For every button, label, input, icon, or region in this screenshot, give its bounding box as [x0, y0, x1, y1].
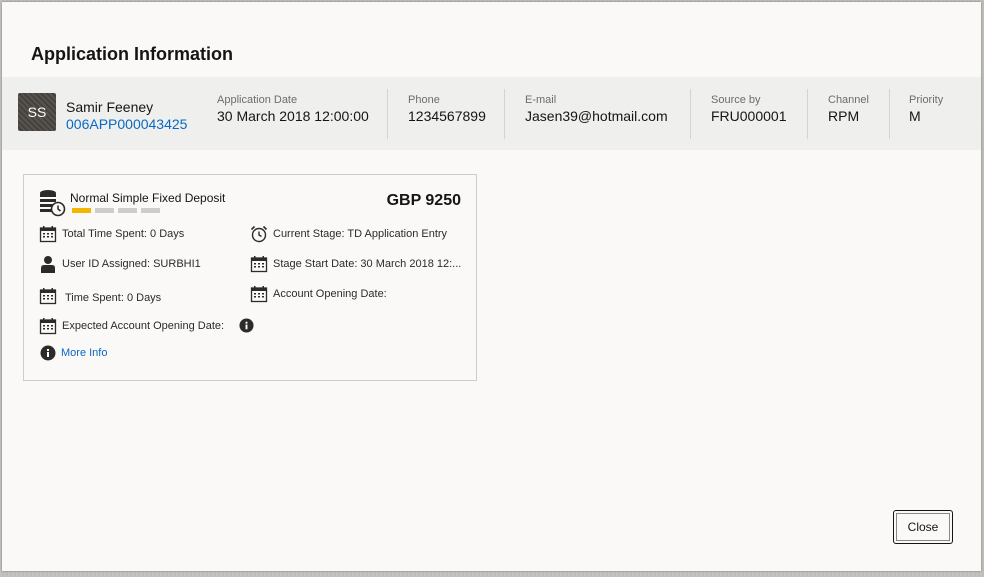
- calendar-icon: [250, 256, 268, 273]
- phone-value: 1234567899: [408, 108, 486, 124]
- calendar-icon: [39, 318, 57, 335]
- deposit-icon: [40, 190, 66, 217]
- divider: [889, 89, 890, 139]
- application-card: Normal Simple Fixed Deposit GBP 9250 Tot…: [23, 174, 477, 381]
- stage-start-date: Stage Start Date: 30 March 2018 12:...: [273, 258, 462, 270]
- product-name: Normal Simple Fixed Deposit: [70, 191, 226, 205]
- divider: [387, 89, 388, 139]
- email-value: Jasen39@hotmail.com: [525, 108, 668, 124]
- progress-step: [95, 208, 114, 213]
- applicant-name: Samir Feeney: [66, 99, 154, 115]
- application-date-field: Application Date 30 March 2018 12:00:00: [217, 94, 369, 124]
- progress-step: [141, 208, 160, 213]
- dialog-title: Application Information: [31, 44, 233, 64]
- close-button[interactable]: Close: [893, 510, 953, 544]
- calendar-icon: [250, 286, 268, 303]
- priority-field: Priority M: [909, 94, 943, 124]
- progress-step: [72, 208, 91, 213]
- phone-field: Phone 1234567899: [408, 94, 486, 124]
- channel-label: Channel: [828, 94, 869, 106]
- source-by-field: Source by FRU000001: [711, 94, 787, 124]
- more-info-row[interactable]: More Info: [40, 345, 107, 361]
- account-opening-date-row: Account Opening Date:: [250, 285, 387, 303]
- user-id-row: User ID Assigned: SURBHI1: [39, 255, 201, 273]
- total-time-spent-row: Total Time Spent: 0 Days: [39, 225, 184, 243]
- amount: GBP 9250: [386, 192, 461, 209]
- alarm-clock-icon: [250, 225, 268, 243]
- application-info-dialog: Application Information SS Samir Feeney …: [2, 2, 981, 571]
- email-field: E-mail Jasen39@hotmail.com: [525, 94, 668, 124]
- more-info-link[interactable]: More Info: [61, 347, 107, 359]
- source-by-label: Source by: [711, 94, 761, 106]
- application-date-value: 30 March 2018 12:00:00: [217, 108, 369, 124]
- user-icon: [41, 256, 55, 273]
- current-stage-row: Current Stage: TD Application Entry: [250, 225, 447, 243]
- phone-label: Phone: [408, 94, 440, 106]
- channel-field: Channel RPM: [828, 94, 869, 124]
- user-id-assigned: User ID Assigned: SURBHI1: [62, 258, 201, 270]
- calendar-icon: [39, 288, 57, 305]
- expected-opening-date-row: Expected Account Opening Date:: [39, 317, 224, 335]
- time-spent-row: Time Spent: 0 Days: [39, 287, 161, 305]
- application-id-link[interactable]: 006APP000043425: [66, 116, 187, 132]
- divider: [807, 89, 808, 139]
- info-icon[interactable]: [239, 318, 254, 333]
- expected-account-opening-date: Expected Account Opening Date:: [62, 320, 225, 332]
- account-opening-date: Account Opening Date:: [273, 288, 387, 300]
- source-by-value: FRU000001: [711, 108, 787, 124]
- email-label: E-mail: [525, 94, 557, 106]
- info-icon: [40, 345, 56, 361]
- divider: [504, 89, 505, 139]
- total-time-spent: Total Time Spent: 0 Days: [62, 228, 185, 240]
- calendar-icon: [39, 226, 57, 243]
- current-stage: Current Stage: TD Application Entry: [273, 228, 448, 240]
- divider: [690, 89, 691, 139]
- stage-start-date-row: Stage Start Date: 30 March 2018 12:...: [250, 255, 461, 273]
- channel-value: RPM: [828, 108, 860, 124]
- priority-value: M: [909, 108, 921, 124]
- applicant-info-bar: SS Samir Feeney 006APP000043425 Applicat…: [2, 77, 981, 150]
- time-spent: Time Spent: 0 Days: [65, 292, 162, 304]
- priority-label: Priority: [909, 94, 944, 106]
- application-date-label: Application Date: [217, 94, 298, 106]
- avatar: SS: [18, 93, 56, 131]
- progress-step: [118, 208, 137, 213]
